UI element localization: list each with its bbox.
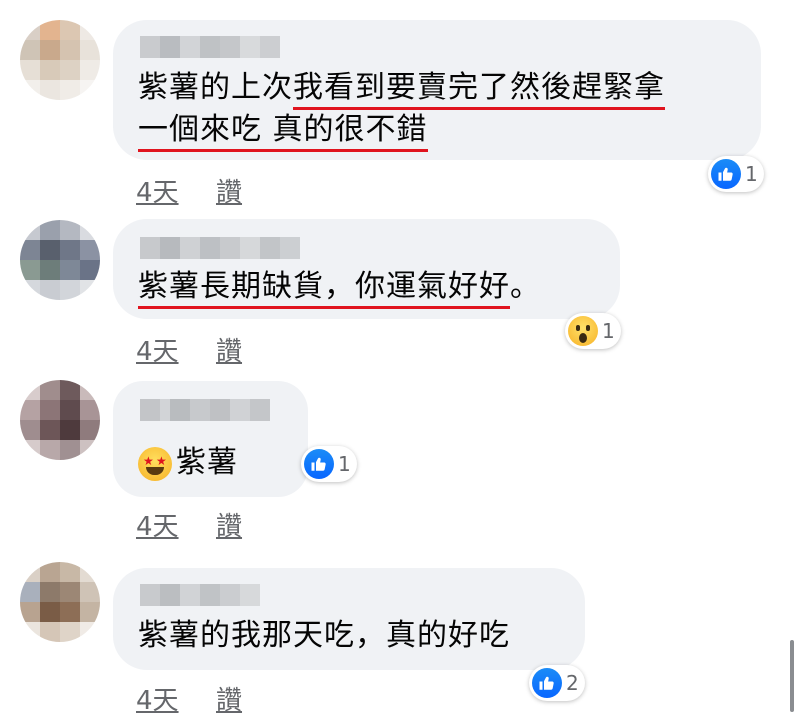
comment-text: 。 bbox=[510, 269, 541, 304]
comment-text-line: 紫薯的上次我看到要賣完了然後趕緊拿 bbox=[138, 68, 665, 110]
like-icon bbox=[711, 159, 741, 189]
comment-bubble[interactable]: 紫薯的我那天吃，真的好吃 bbox=[113, 568, 585, 670]
comment-text: 紫薯 bbox=[176, 445, 238, 480]
avatar[interactable] bbox=[20, 220, 100, 300]
star-struck-emoji: ★ ★ bbox=[138, 446, 172, 481]
comment-text-line: ★ ★ 紫薯 bbox=[138, 443, 238, 483]
like-icon bbox=[304, 449, 334, 479]
reaction-badge[interactable]: 1 bbox=[708, 156, 764, 192]
commenter-name[interactable] bbox=[140, 584, 260, 606]
reaction-badge[interactable]: 2 bbox=[529, 665, 585, 701]
scrollbar[interactable] bbox=[790, 640, 794, 712]
comment-text-line: 紫薯的我那天吃，真的好吃 bbox=[138, 616, 510, 656]
underlined-text: 紫薯長期缺貨，你運氣好好 bbox=[138, 269, 510, 309]
comment-text-line: 紫薯長期缺貨，你運氣好好。 bbox=[138, 267, 541, 309]
reaction-count: 2 bbox=[566, 671, 579, 695]
reaction-count: 1 bbox=[338, 452, 351, 476]
like-button[interactable]: 讚 bbox=[216, 331, 242, 368]
timestamp-link[interactable]: 4天 bbox=[136, 331, 179, 368]
comment-bubble[interactable]: 紫薯長期缺貨，你運氣好好。 bbox=[113, 219, 620, 319]
comment-text: 紫薯的我那天吃，真的好吃 bbox=[138, 618, 510, 653]
comment-text: 紫薯的上次 bbox=[138, 70, 293, 105]
like-button[interactable]: 讚 bbox=[216, 172, 242, 209]
avatar[interactable] bbox=[20, 20, 100, 100]
timestamp-link[interactable]: 4天 bbox=[136, 680, 179, 717]
wow-icon bbox=[568, 316, 598, 346]
commenter-name[interactable] bbox=[140, 237, 300, 259]
avatar[interactable] bbox=[20, 562, 100, 642]
reaction-count: 1 bbox=[745, 162, 758, 186]
like-button[interactable]: 讚 bbox=[216, 680, 242, 717]
underlined-text: 我看到要賣完了然後趕緊拿 bbox=[293, 70, 665, 110]
reaction-count: 1 bbox=[602, 319, 615, 343]
like-button[interactable]: 讚 bbox=[216, 506, 242, 543]
comment-bubble[interactable]: ★ ★ 紫薯 bbox=[113, 381, 308, 497]
comment-bubble[interactable]: 紫薯的上次我看到要賣完了然後趕緊拿 一個來吃 真的很不錯 bbox=[113, 20, 761, 160]
commenter-name[interactable] bbox=[140, 399, 270, 421]
like-icon bbox=[532, 668, 562, 698]
reaction-badge[interactable]: 1 bbox=[565, 313, 621, 349]
commenter-name[interactable] bbox=[140, 36, 280, 58]
avatar[interactable] bbox=[20, 380, 100, 460]
comment-text-line: 一個來吃 真的很不錯 bbox=[138, 110, 428, 152]
timestamp-link[interactable]: 4天 bbox=[136, 506, 179, 543]
underlined-text: 一個來吃 真的很不錯 bbox=[138, 112, 428, 152]
reaction-badge[interactable]: 1 bbox=[301, 446, 357, 482]
timestamp-link[interactable]: 4天 bbox=[136, 172, 179, 209]
